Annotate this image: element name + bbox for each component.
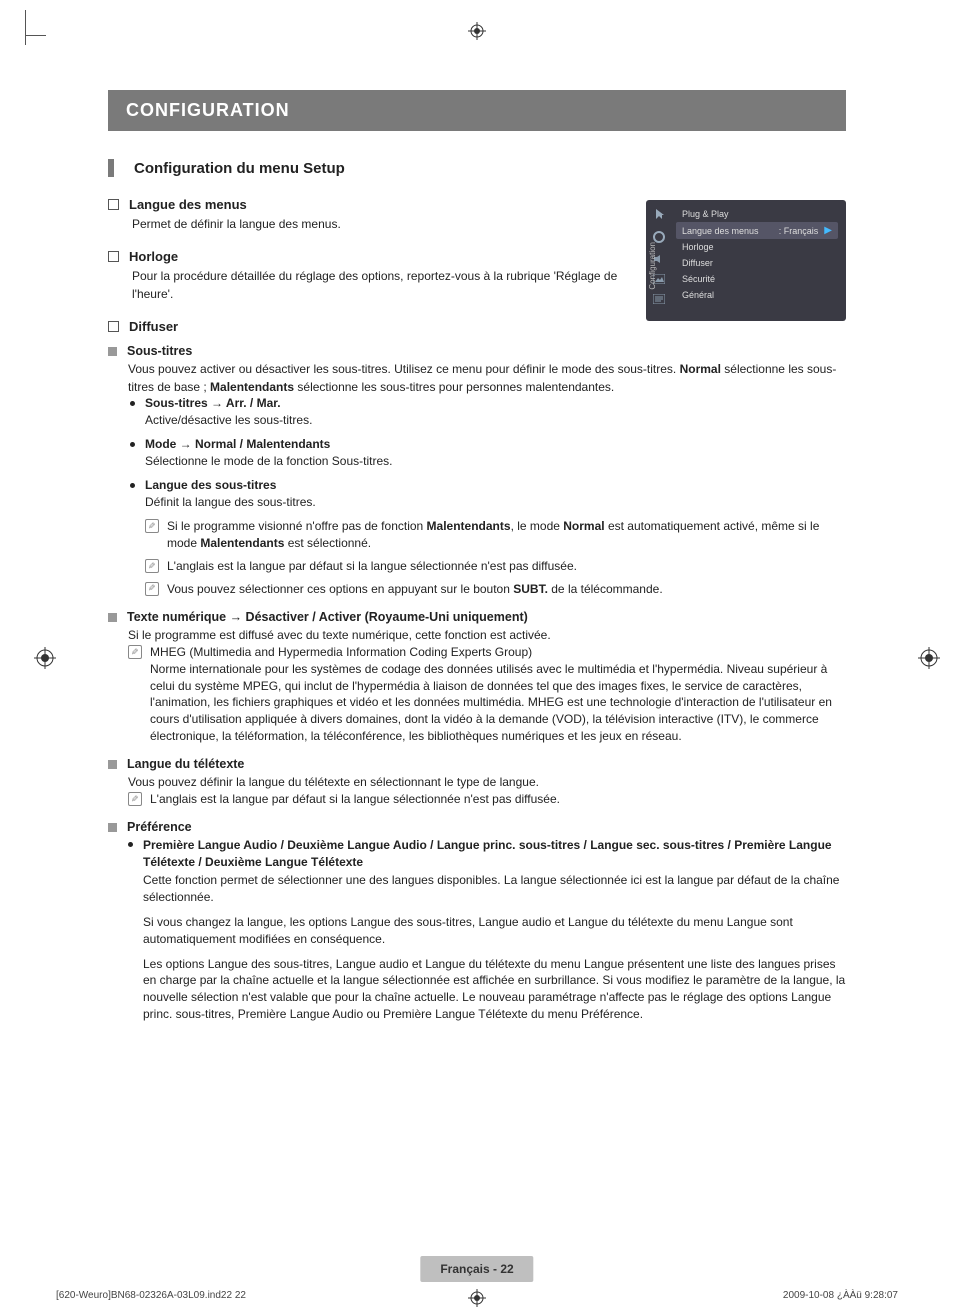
bullet-title: Première Langue Audio / Deuxième Langue …: [143, 837, 846, 871]
note-icon: [128, 792, 142, 806]
note-item: L'anglais est la langue par défaut si la…: [128, 791, 846, 808]
osd-item-label: Plug & Play: [682, 209, 729, 219]
osd-item: Horloge: [676, 239, 838, 255]
small-square-icon: [108, 347, 117, 356]
sub-item-teletexte: Langue du télétexte Vous pouvez définir …: [108, 757, 846, 808]
footer-file-info: [620-Weuro]BN68-02326A-03L09.ind22 22: [56, 1290, 246, 1301]
registration-mark-icon: [468, 22, 486, 40]
note-text: L'anglais est la langue par défaut si la…: [150, 791, 560, 808]
item-title: Diffuser: [129, 319, 178, 334]
small-square-icon: [108, 823, 117, 832]
note-heading: MHEG (Multimedia and Hypermedia Informat…: [150, 645, 532, 659]
sub-heading: Langue du télétexte: [127, 757, 244, 771]
text-icon: [653, 294, 665, 304]
small-square-icon: [108, 613, 117, 622]
text: Vous pouvez activer ou désactiver les so…: [128, 362, 680, 376]
square-bullet-icon: [108, 199, 119, 210]
registration-mark-icon: [468, 1289, 486, 1307]
dot-icon: [130, 442, 135, 447]
sub-body: Si le programme est diffusé avec du text…: [128, 627, 846, 644]
sub-item-texte-numerique: Texte numérique → Désactiver / Activer (…: [108, 610, 846, 745]
bullet-title: Mode → Normal / Malentendants: [145, 437, 330, 451]
paragraph: Si vous changez la langue, les options L…: [143, 914, 846, 948]
note-text: Si le programme visionné n'offre pas de …: [167, 518, 846, 552]
registration-mark-icon: [34, 647, 56, 669]
sub-heading: Sous-titres: [127, 344, 192, 358]
dot-icon: [128, 842, 133, 847]
item-title: Horloge: [129, 249, 178, 264]
section-subtitle: Configuration du menu Setup: [108, 159, 846, 177]
footer-timestamp: 2009-10-08 ¿ÀÀü 9:28:07: [783, 1290, 898, 1301]
bullet-title: Langue des sous-titres: [145, 478, 276, 492]
small-square-icon: [108, 760, 117, 769]
bullet-desc: Définit la langue des sous-titres.: [145, 494, 846, 511]
sub-item-sous-titres: Sous-titres Vous pouvez activer ou désac…: [108, 344, 846, 597]
note-icon: [128, 645, 142, 659]
mouse-icon: [653, 208, 665, 220]
note-text: Vous pouvez sélectionner ces options en …: [167, 581, 663, 598]
subtitle-text: Configuration du menu Setup: [134, 160, 345, 177]
note-item: L'anglais est la langue par défaut si la…: [145, 558, 846, 575]
footer-language-page: Français - 22: [420, 1256, 533, 1282]
osd-item-label: Horloge: [682, 242, 714, 252]
sub-body: Vous pouvez définir la langue du télétex…: [128, 774, 846, 791]
note-text: MHEG (Multimedia and Hypermedia Informat…: [150, 644, 846, 745]
osd-item-value: : Français: [779, 226, 819, 236]
dot-icon: [130, 401, 135, 406]
bullet-desc: Sélectionne le mode de la fonction Sous-…: [145, 453, 846, 470]
sub-item-preference: Préférence Première Langue Audio / Deuxi…: [108, 820, 846, 1023]
bullet-item: Langue des sous-titres: [130, 478, 846, 492]
osd-item: Plug & Play: [676, 206, 838, 222]
bullet-desc: Active/désactive les sous-titres.: [145, 412, 846, 429]
bullet-item: Sous-titres → Arr. / Mar.: [130, 396, 846, 410]
osd-item-label: Sécurité: [682, 274, 715, 284]
note-icon: [145, 519, 159, 533]
paragraph: Cette fonction permet de sélectionner un…: [143, 872, 846, 906]
bullet-title: Sous-titres → Arr. / Mar.: [145, 396, 281, 410]
sub-body: Vous pouvez activer ou désactiver les so…: [128, 361, 846, 396]
menu-item-diffuser: Diffuser: [108, 319, 846, 334]
osd-item-label: Langue des menus: [682, 226, 759, 236]
bullet-item: Première Langue Audio / Deuxième Langue …: [128, 837, 846, 871]
note-icon: [145, 582, 159, 596]
square-bullet-icon: [108, 321, 119, 332]
osd-side-label: Configuration: [648, 242, 657, 290]
registration-mark-icon: [918, 647, 940, 669]
item-title: Langue des menus: [129, 197, 247, 212]
item-desc: Pour la procédure détaillée du réglage d…: [132, 268, 622, 303]
osd-item-label: Diffuser: [682, 258, 713, 268]
osd-item: Diffuser: [676, 255, 838, 271]
osd-item: Sécurité: [676, 271, 838, 287]
paragraph: Les options Langue des sous-titres, Lang…: [143, 956, 846, 1023]
text-bold: Normal: [680, 362, 721, 376]
note-text: L'anglais est la langue par défaut si la…: [167, 558, 577, 575]
dot-icon: [130, 483, 135, 488]
osd-menu-preview: Configuration Plug & Play Langue des men…: [646, 200, 846, 321]
subtitle-accent: [108, 159, 114, 177]
arrow-right-icon: ▶: [824, 225, 832, 236]
note-item: Si le programme visionné n'offre pas de …: [145, 518, 846, 552]
text: sélectionne les sous-titres pour personn…: [294, 380, 614, 394]
note-body: Norme internationale pour les systèmes d…: [150, 662, 832, 743]
crop-mark: [25, 10, 45, 45]
sub-heading: Préférence: [127, 820, 192, 834]
bullet-item: Mode → Normal / Malentendants: [130, 437, 846, 451]
item-desc: Permet de définir la langue des menus.: [132, 216, 622, 233]
osd-item-selected: Langue des menus : Français ▶: [676, 222, 838, 239]
note-icon: [145, 559, 159, 573]
text-bold: Malentendants: [210, 380, 294, 394]
note-item: Vous pouvez sélectionner ces options en …: [145, 581, 846, 598]
osd-item-label: Général: [682, 290, 714, 300]
note-item: MHEG (Multimedia and Hypermedia Informat…: [128, 644, 846, 745]
square-bullet-icon: [108, 251, 119, 262]
osd-item: Général: [676, 287, 838, 303]
sub-heading: Texte numérique → Désactiver / Activer (…: [127, 610, 528, 624]
section-header: CONFIGURATION: [108, 90, 846, 131]
